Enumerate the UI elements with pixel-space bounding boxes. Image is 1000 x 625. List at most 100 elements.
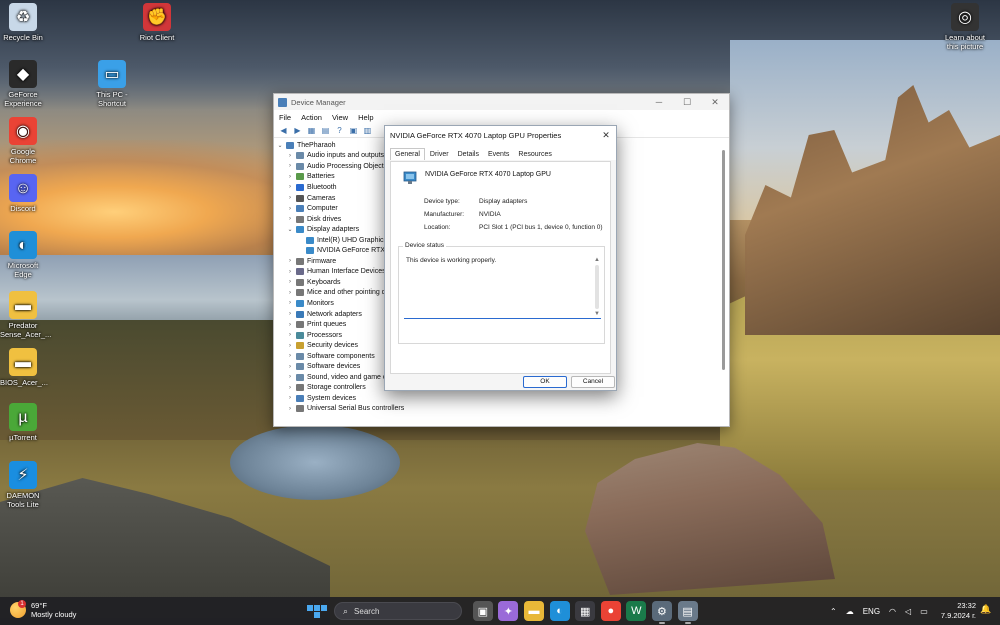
expand-chevron-icon[interactable]: ›	[286, 343, 294, 349]
desktop-icon[interactable]: ☺ Discord	[0, 174, 46, 213]
expand-chevron-icon[interactable]: ›	[286, 184, 294, 190]
desktop-icon[interactable]: ▭ This PC - Shortcut	[89, 60, 135, 108]
expand-chevron-icon[interactable]: ›	[286, 206, 294, 212]
w-app-icon[interactable]: W	[626, 601, 647, 621]
properties-titlebar[interactable]: NVIDIA GeForce RTX 4070 Laptop GPU Prope…	[385, 126, 616, 145]
wifi-icon[interactable]: ◠	[889, 607, 896, 616]
expand-chevron-icon[interactable]: ›	[286, 385, 294, 391]
desktop-icon[interactable]: ◆ GeForce Experience	[0, 60, 46, 108]
microsoft-store-icon[interactable]: ▦	[575, 601, 596, 621]
view-icon[interactable]: ▣	[348, 126, 359, 136]
scrollbar-track[interactable]	[595, 265, 599, 309]
file-explorer-icon[interactable]: ▬	[523, 601, 544, 621]
desktop-icon-label: GeForce Experience	[4, 90, 42, 108]
expand-chevron-icon[interactable]: ⌄	[276, 142, 284, 149]
tab-resources[interactable]: Resources	[514, 149, 555, 160]
tray-overflow-icon[interactable]: ⌃	[830, 607, 837, 616]
forward-arrow-icon[interactable]: ▶	[292, 126, 303, 136]
scan-hardware-icon[interactable]: ▥	[362, 126, 373, 136]
expand-chevron-icon[interactable]: ›	[286, 395, 294, 401]
device-manager-titlebar[interactable]: Device Manager ─ ☐ ✕	[274, 94, 729, 110]
expand-chevron-icon[interactable]: ›	[286, 322, 294, 328]
expand-chevron-icon[interactable]: ›	[286, 279, 294, 285]
menu-help[interactable]: Help	[358, 113, 373, 122]
tree-item[interactable]: › Universal Serial Bus controllers	[276, 404, 719, 412]
taskbar-search[interactable]: ⌕ Search	[334, 602, 462, 620]
expand-chevron-icon[interactable]: ›	[286, 153, 294, 159]
close-icon[interactable]: ✕	[596, 130, 616, 141]
expand-chevron-icon[interactable]: ›	[286, 163, 294, 169]
menu-view[interactable]: View	[332, 113, 348, 122]
expand-chevron-icon[interactable]: ›	[286, 374, 294, 380]
expand-chevron-icon[interactable]: ›	[286, 300, 294, 306]
scroll-up-icon[interactable]: ▲	[594, 257, 600, 263]
start-button[interactable]	[307, 601, 327, 621]
close-icon[interactable]: ✕	[701, 94, 729, 110]
expand-chevron-icon[interactable]: ›	[286, 311, 294, 317]
notification-bell-icon[interactable]: 🔔	[980, 604, 991, 615]
device-tree-scrollbar[interactable]	[722, 140, 726, 412]
scroll-down-icon[interactable]: ▼	[594, 311, 600, 317]
task-view-icon[interactable]: ▣	[472, 601, 493, 621]
settings-gear-icon[interactable]: ⚙	[651, 601, 672, 624]
desktop-icon[interactable]: µ µTorrent	[0, 403, 46, 442]
battery-icon[interactable]: ▭	[920, 607, 928, 616]
weather-temperature: 69°F	[31, 601, 47, 610]
expand-chevron-icon[interactable]: ⌄	[286, 226, 294, 233]
expand-chevron-icon[interactable]: ›	[286, 332, 294, 338]
status-scrollbar[interactable]: ▲ ▼	[594, 257, 600, 317]
device-manager-title: Device Manager	[291, 97, 346, 107]
tab-general[interactable]: General	[390, 148, 425, 160]
device-status-textbox[interactable]: This device is working properly. ▲ ▼	[404, 255, 601, 319]
ok-button[interactable]: OK	[523, 376, 567, 388]
desktop-icon[interactable]: ◎ Learn about this picture	[942, 3, 988, 51]
desktop-icon[interactable]: ▬ BIOS_Acer_...	[0, 348, 48, 387]
tab-details[interactable]: Details	[454, 149, 483, 160]
expand-chevron-icon[interactable]: ›	[286, 258, 294, 264]
maximize-icon[interactable]: ☐	[673, 94, 701, 110]
expand-chevron-icon[interactable]: ›	[286, 364, 294, 370]
help-icon[interactable]: ?	[334, 126, 345, 136]
menu-file[interactable]: File	[279, 113, 291, 122]
expand-chevron-icon[interactable]: ›	[286, 406, 294, 412]
desktop-icon[interactable]: ◐ Microsoft Edge	[0, 231, 46, 279]
wallpaper-pond	[230, 425, 400, 500]
desktop-icon-label: DAEMON Tools Lite	[6, 491, 40, 509]
back-arrow-icon[interactable]: ◀	[278, 126, 289, 136]
minimize-icon[interactable]: ─	[645, 94, 673, 110]
onedrive-cloud-icon[interactable]: ☁	[846, 607, 854, 616]
properties-icon[interactable]: ▤	[320, 126, 331, 136]
edge-icon[interactable]: ◐	[549, 601, 570, 621]
volume-icon[interactable]: ◁	[905, 607, 911, 616]
expand-chevron-icon[interactable]: ›	[286, 174, 294, 180]
desktop-icon[interactable]: ◉ Google Chrome	[0, 117, 46, 165]
weather-widget[interactable]: 1 69°F Mostly cloudy	[10, 600, 76, 619]
tab-driver[interactable]: Driver	[426, 149, 453, 160]
copilot-icon[interactable]: ✦	[498, 601, 519, 621]
desktop-icon[interactable]: ▬ Predator Sense_Acer_...	[0, 291, 51, 339]
device-manager-icon[interactable]: ▤	[677, 601, 698, 624]
show-hide-tree-icon[interactable]: ▦	[306, 126, 317, 136]
tree-item-label: Software components	[307, 352, 375, 360]
menu-action[interactable]: Action	[301, 113, 322, 122]
scrollbar-thumb[interactable]	[722, 150, 725, 370]
language-indicator[interactable]: ENG	[863, 607, 880, 616]
expand-chevron-icon[interactable]: ›	[286, 290, 294, 296]
general-tab-panel: NVIDIA GeForce RTX 4070 Laptop GPU Devic…	[390, 161, 611, 374]
expand-chevron-icon[interactable]: ›	[286, 195, 294, 201]
taskbar-clock[interactable]: 23:32 7.9.2024 г.	[940, 601, 976, 621]
desktop-icon[interactable]: ✊ Riot Client	[134, 3, 180, 42]
chrome-icon[interactable]: ●	[600, 601, 621, 621]
desktop-icon[interactable]: ⚡ DAEMON Tools Lite	[0, 461, 46, 509]
tab-events[interactable]: Events	[484, 149, 513, 160]
tree-item[interactable]: › System devices	[276, 393, 719, 404]
device-category-icon	[296, 405, 304, 412]
device-category-icon	[296, 331, 304, 339]
expand-chevron-icon[interactable]: ›	[286, 216, 294, 222]
gpu-properties-dialog[interactable]: NVIDIA GeForce RTX 4070 Laptop GPU Prope…	[384, 125, 617, 391]
expand-chevron-icon[interactable]: ›	[286, 269, 294, 275]
desktop-icon[interactable]: ♻ Recycle Bin	[0, 3, 46, 42]
cancel-button[interactable]: Cancel	[571, 376, 615, 388]
device-category-icon	[306, 236, 314, 244]
expand-chevron-icon[interactable]: ›	[286, 353, 294, 359]
